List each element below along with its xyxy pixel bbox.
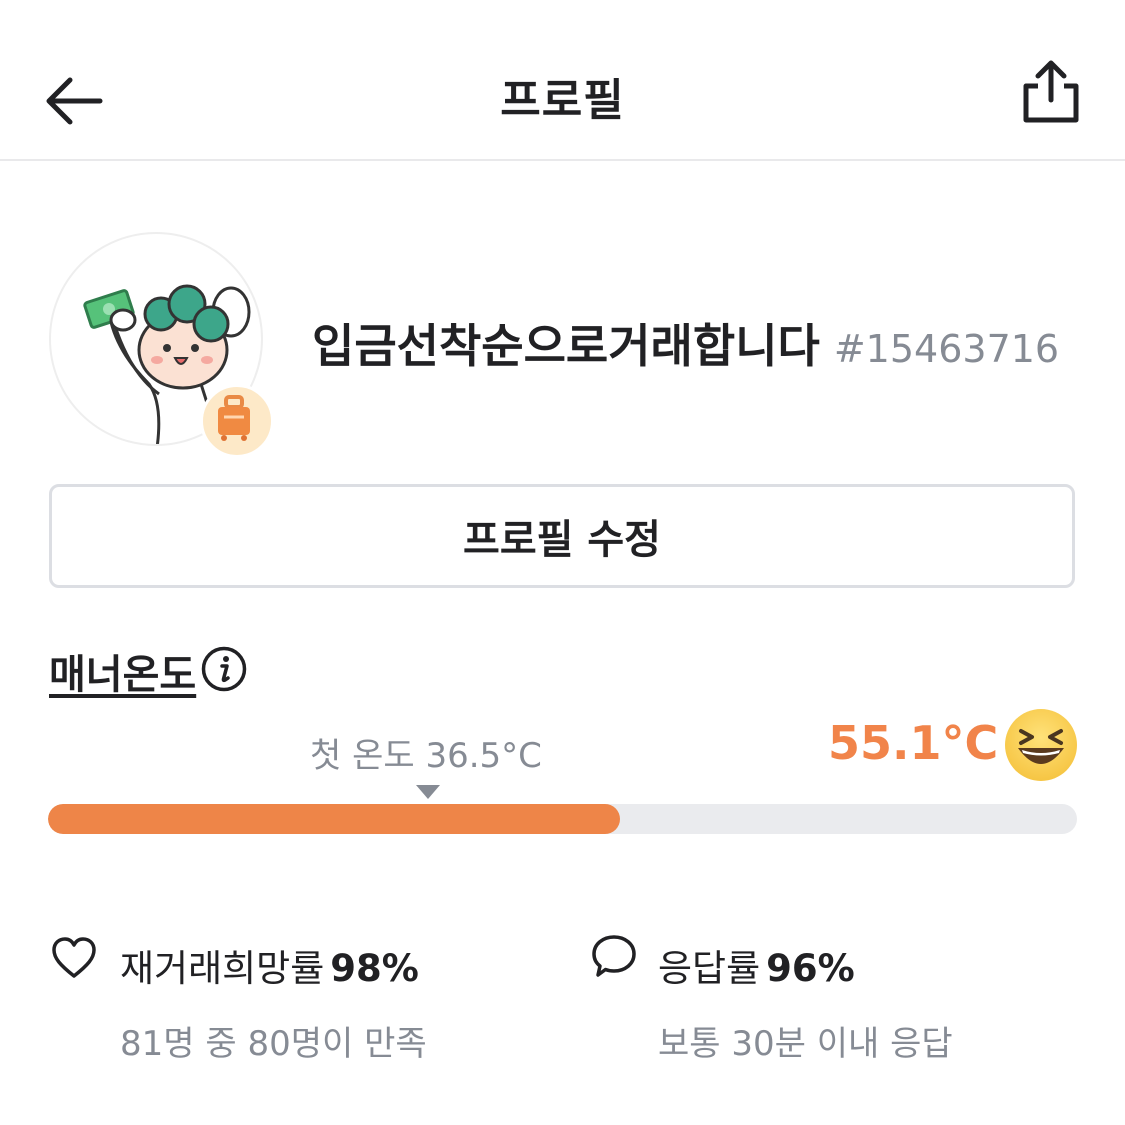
rebuy-rate-label: 재거래희망률 bbox=[120, 947, 325, 990]
temperature-emoji bbox=[1004, 708, 1078, 782]
rebuy-rate-detail: 81명 중 80명이 만족 bbox=[120, 1024, 427, 1064]
first-temperature-label: 첫 온도 36.5°C bbox=[310, 736, 542, 776]
info-button[interactable] bbox=[201, 646, 247, 692]
share-button[interactable] bbox=[1014, 56, 1086, 128]
smile-emoji-icon bbox=[1005, 709, 1077, 781]
temperature-bar bbox=[48, 804, 1077, 834]
suitcase-badge bbox=[200, 384, 274, 458]
suitcase-badge-icon bbox=[218, 395, 250, 441]
share-icon bbox=[1023, 60, 1079, 123]
response-rate: 응답률 96% bbox=[658, 938, 855, 992]
edit-profile-button[interactable]: 프로필 수정 bbox=[49, 484, 1075, 588]
temperature-value: 55.1°C bbox=[828, 716, 999, 770]
response-rate-label: 응답률 bbox=[658, 947, 761, 990]
first-temperature-marker bbox=[416, 785, 440, 799]
nickname-row: 입금선착순으로거래합니다 #15463716 bbox=[312, 310, 1059, 376]
heart-icon bbox=[52, 937, 96, 978]
info-icon bbox=[201, 646, 247, 692]
response-rate-value: 96% bbox=[766, 947, 855, 990]
temperature-bar-fill bbox=[48, 804, 621, 834]
user-id: #15463716 bbox=[833, 327, 1060, 371]
speech-bubble-icon bbox=[592, 935, 636, 977]
rebuy-rate: 재거래희망률 98% bbox=[120, 938, 419, 992]
manner-temperature-title[interactable]: 매너온도 bbox=[49, 642, 196, 700]
rebuy-rate-value: 98% bbox=[330, 947, 419, 990]
page-title: 프로필 bbox=[500, 75, 625, 126]
response-rate-detail: 보통 30분 이내 응답 bbox=[658, 1024, 953, 1064]
nickname: 입금선착순으로거래합니다 bbox=[312, 319, 820, 373]
top-app-bar: 프로필 bbox=[0, 0, 1125, 161]
